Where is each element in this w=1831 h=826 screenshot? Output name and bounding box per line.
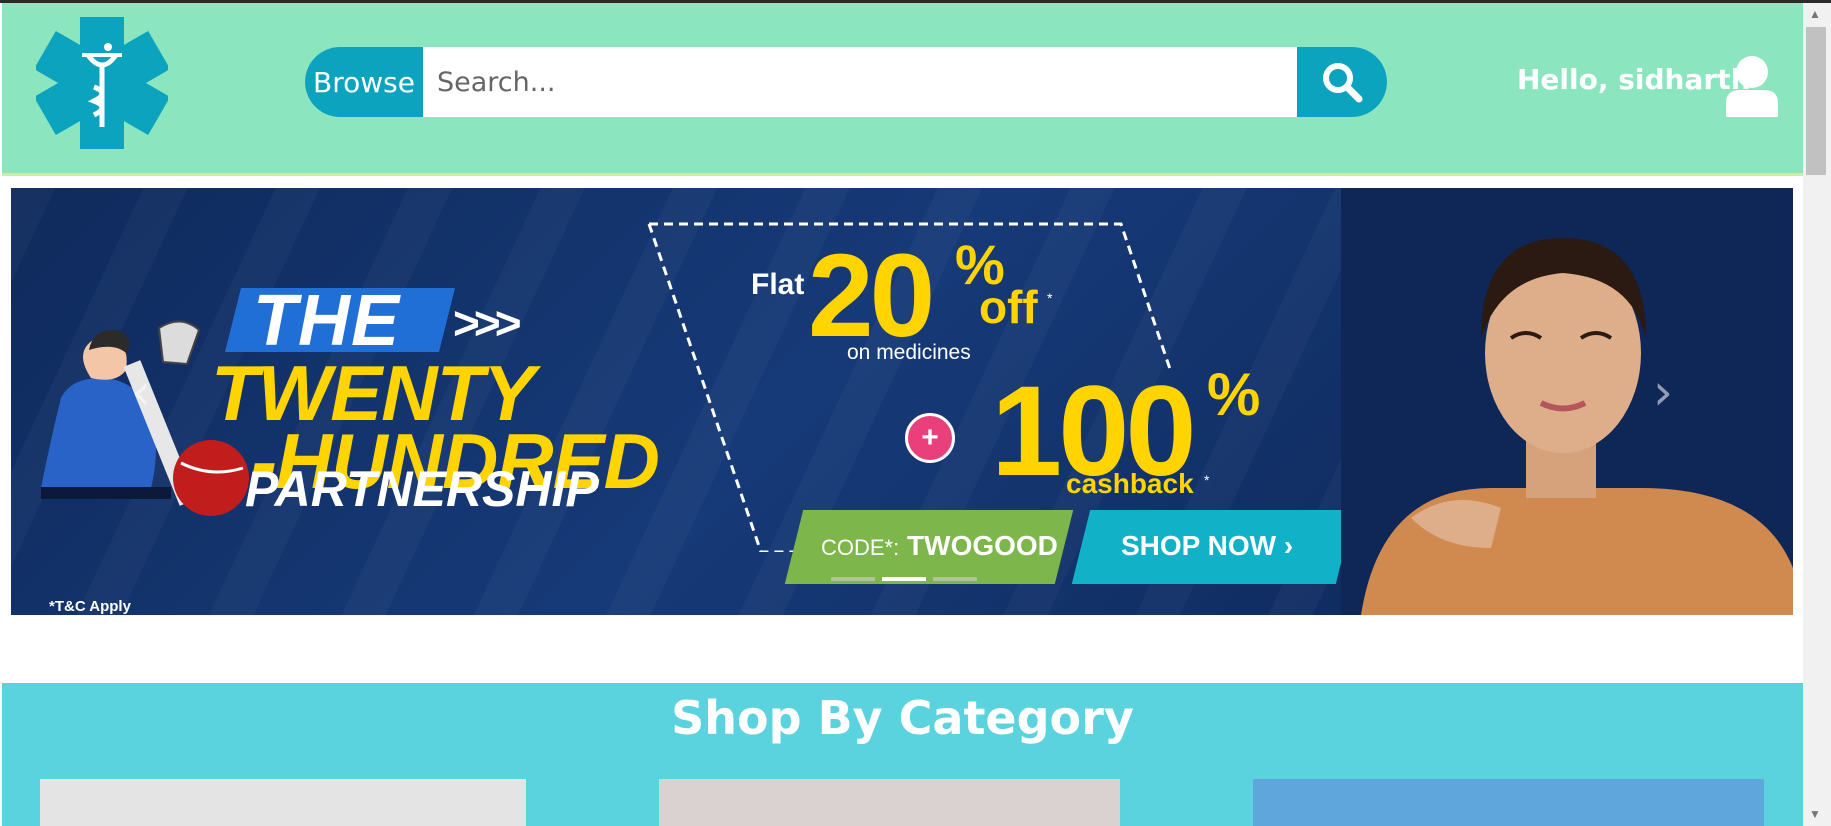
browse-button[interactable]: Browse — [305, 47, 423, 117]
search-button[interactable] — [1297, 47, 1387, 117]
search-bar: Browse — [305, 47, 1387, 117]
carousel-prev-arrow[interactable]: ‹ — [131, 363, 151, 421]
category-card-2[interactable] — [659, 779, 1120, 826]
chevron-right-small-icon: › — [1283, 530, 1294, 561]
offer-on-medicines: on medicines — [847, 341, 971, 364]
browser-viewport: Browse Hello, sidharth — [0, 3, 1831, 826]
terms-apply-text: *T&C Apply — [49, 598, 131, 615]
offer-100-percent-sign: % — [1207, 361, 1261, 428]
scrollbar-thumb[interactable] — [1806, 27, 1826, 175]
scroll-down-arrow-icon[interactable]: ▼ — [1809, 807, 1821, 821]
offer-cashback: cashback — [1066, 468, 1194, 499]
carousel-next-arrow[interactable]: › — [1653, 363, 1673, 421]
user-icon[interactable] — [1724, 55, 1780, 117]
scroll-up-arrow-icon[interactable]: ▲ — [1809, 7, 1821, 21]
category-card-1[interactable] — [40, 779, 526, 826]
promo-banner-carousel[interactable]: THE >>> TWENTY -HUNDRED PARTNERSHIP *T&C… — [11, 188, 1793, 615]
offer-off-asterisk: * — [1047, 290, 1053, 306]
search-input[interactable] — [423, 47, 1297, 117]
medical-star-logo-icon[interactable] — [36, 17, 168, 149]
shop-now-text: SHOP NOW — [1121, 530, 1277, 561]
section-title: Shop By Category — [671, 691, 1134, 745]
carousel-indicator-2[interactable] — [882, 577, 926, 581]
coupon-code-value: TWOGOOD — [907, 530, 1058, 561]
shop-by-category-section: Shop By Category — [2, 683, 1803, 826]
site-header: Browse Hello, sidharth — [2, 3, 1803, 176]
offer-off: off — [979, 281, 1038, 333]
model-photo — [1341, 188, 1793, 615]
coupon-code: CODE*: TWOGOOD — [821, 530, 1058, 562]
search-icon — [1323, 63, 1363, 103]
banner-partnership: PARTNERSHIP — [245, 461, 599, 517]
user-greeting[interactable]: Hello, sidharth — [1517, 63, 1751, 96]
offer-flat: Flat — [751, 268, 805, 301]
shop-now-label[interactable]: SHOP NOW › — [1121, 530, 1293, 562]
carousel-indicator-3[interactable] — [933, 577, 977, 581]
offer-cashback-asterisk: * — [1204, 472, 1210, 488]
carousel-indicator-1[interactable] — [831, 577, 875, 581]
page: Browse Hello, sidharth — [2, 3, 1803, 826]
coupon-code-label: CODE*: — [821, 535, 900, 560]
category-card-3[interactable] — [1253, 779, 1764, 826]
banner-chevrons: >>> — [453, 297, 522, 349]
plus-icon: + — [905, 413, 955, 463]
